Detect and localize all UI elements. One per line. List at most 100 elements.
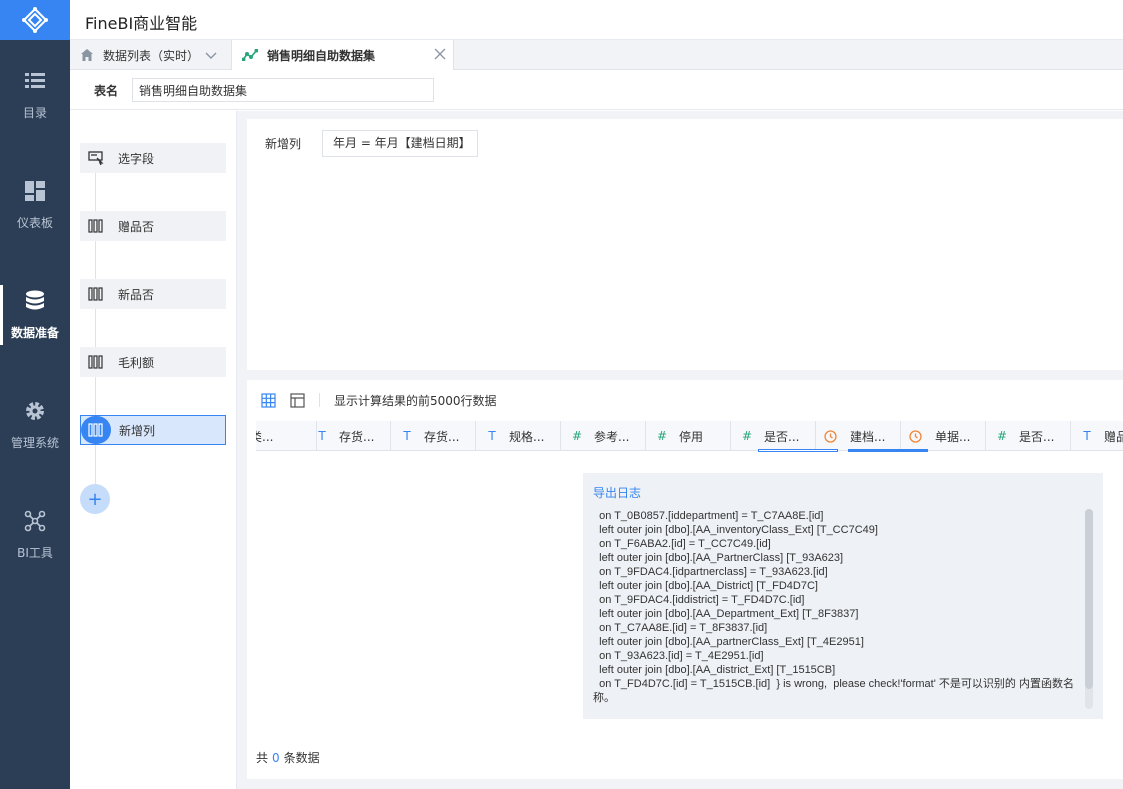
export-log-link[interactable]: 导出日志 [593,484,641,501]
tab-sales-dataset[interactable]: 销售明细自助数据集 [232,40,454,70]
preview-toolbar: 显示计算结果的前5000行数据 [261,392,497,408]
network-icon [24,510,46,531]
column-header-row: 分类... T存货... T存货... T规格... #参考... #停用 #是… [256,421,1123,451]
nav-item-dashboard[interactable]: 仪表板 [0,150,70,260]
chevron-down-icon[interactable] [205,49,217,61]
table-name-input[interactable] [132,78,434,102]
toolbar-divider [319,393,320,407]
add-column-icon [88,355,103,369]
log-line: on T_9FDAC4.[idpartnerclass] = T_93A623.… [593,566,828,578]
log-line: left outer join [dbo].[AA_PartnerClass] … [593,552,844,564]
column-header[interactable]: 单据... [901,421,986,450]
left-nav: 目录 仪表板 数据准备 管理系统 BI工具 [0,0,70,789]
column-header[interactable]: 建档... [816,421,901,450]
nav-item-label: 管理系统 [10,435,59,450]
table-view-icon[interactable] [261,392,276,408]
logo-icon [22,7,48,33]
trend-icon [242,49,258,61]
number-type-icon: # [656,429,668,443]
step-new-product[interactable]: 新品否 [80,279,226,309]
clock-icon [824,429,837,443]
log-line: on T_9FDAC4.[iddistrict] = T_FD4D7C.[id] [593,594,805,606]
row-count: 共 0 条数据 [256,749,320,766]
log-line: left outer join [dbo].[AA_partnerClass_E… [593,636,864,648]
close-icon[interactable] [434,48,446,60]
home-icon [81,49,93,61]
gear-icon [26,401,44,420]
log-line: left outer join [dbo].[AA_Department_Ext… [593,608,859,620]
nav-item-bi-tools[interactable]: BI工具 [0,480,70,590]
step-new-column[interactable]: 新增列 [80,415,226,445]
nav-item-label: 仪表板 [16,215,53,230]
count-suffix: 条数据 [283,751,320,765]
text-type-icon: T [488,429,496,443]
column-selection-marker [758,449,838,452]
log-line: on T_FD4D7C.[id] = T_1515CB.[id] } is wr… [593,678,1074,704]
formula-field[interactable]: 年月 = 年月【建档日期】 [322,130,478,157]
nav-item-label: BI工具 [17,545,53,560]
tab-bar: 数据列表（实时） 销售明细自助数据集 [70,40,1123,70]
list-icon [25,72,45,88]
column-header[interactable]: T 存货... [306,421,391,450]
dashboard-icon [25,180,45,201]
number-type-icon: # [571,429,583,443]
app-title: FineBI商业智能 [85,14,198,33]
log-line: left outer join [dbo].[AA_District] [T_F… [593,580,818,592]
preview-info: 显示计算结果的前5000行数据 [334,393,497,408]
nav-item-label: 目录 [22,105,47,120]
log-line: on T_0B0857.[iddepartment] = T_C7AA8E.[i… [593,510,824,522]
log-scrollbar-thumb[interactable] [1085,509,1093,689]
nav-item-label: 数据准备 [10,325,59,340]
step-gift[interactable]: 赠品否 [80,211,226,241]
log-line: on T_C7AA8E.[id] = T_8F3837.[id] [593,622,768,634]
nav-item-data-prep[interactable]: 数据准备 [0,260,70,370]
nav-item-catalog[interactable]: 目录 [0,40,70,150]
step-gross-profit[interactable]: 毛利额 [80,347,226,377]
column-header[interactable]: # 停用 [646,421,731,450]
database-icon [26,290,44,309]
column-header[interactable]: # 是否... [986,421,1071,450]
column-header[interactable]: T赠品 [1071,421,1123,450]
tab-label: 数据列表（实时） [103,48,200,63]
add-column-icon [88,423,103,437]
nav-item-management[interactable]: 管理系统 [0,370,70,480]
add-column-icon [88,287,103,301]
layout-view-icon[interactable] [290,392,305,408]
column-header[interactable]: # 是否... [731,421,816,450]
step-label: 新品否 [118,287,155,302]
column-header[interactable]: # 参考... [561,421,646,450]
step-label: 选字段 [118,151,155,166]
config-label: 新增列 [265,137,302,151]
column-header[interactable]: T 存货... [391,421,476,450]
top-header: FineBI商业智能 [70,0,1123,40]
step-icon-badge [81,416,111,444]
log-line: on T_F6ABA2.[id] = T_CC7C49.[id] [593,538,771,550]
add-step-button[interactable]: + [80,484,110,514]
table-name-row: 表名 [70,70,1123,110]
count-value: 0 [272,751,280,765]
column-header[interactable]: T 规格... [476,421,561,450]
number-type-icon: # [741,429,753,443]
select-field-icon [88,151,104,166]
new-column-config: 新增列 年月 = 年月【建档日期】 [247,119,1123,370]
tab-label: 销售明细自助数据集 [267,48,376,63]
log-line: left outer join [dbo].[AA_inventoryClass… [593,524,878,536]
step-label: 新增列 [119,423,156,438]
table-name-label: 表名 [94,84,119,98]
error-log-panel: 导出日志 on T_0B0857.[iddepartment] = T_C7AA… [583,473,1103,719]
step-select-fields[interactable]: 选字段 [80,143,226,173]
app-logo[interactable] [0,0,70,40]
text-type-icon: T [1083,429,1091,443]
tab-data-list[interactable]: 数据列表（实时） [70,40,232,70]
error-log-text[interactable]: on T_0B0857.[iddepartment] = T_C7AA8E.[i… [593,509,1087,709]
number-type-icon: # [996,429,1008,443]
text-type-icon: T [318,429,326,443]
clock-icon [909,429,922,443]
add-column-icon [88,219,103,233]
log-line: left outer join [dbo].[AA_district_Ext] … [593,664,836,676]
log-line: on T_93A623.[id] = T_4E2951.[id] [593,650,764,662]
step-label: 毛利额 [118,355,155,370]
steps-panel: 选字段 赠品否 新品否 毛利额 新增列 + [70,111,237,789]
count-prefix: 共 [256,751,269,765]
text-type-icon: T [403,429,411,443]
